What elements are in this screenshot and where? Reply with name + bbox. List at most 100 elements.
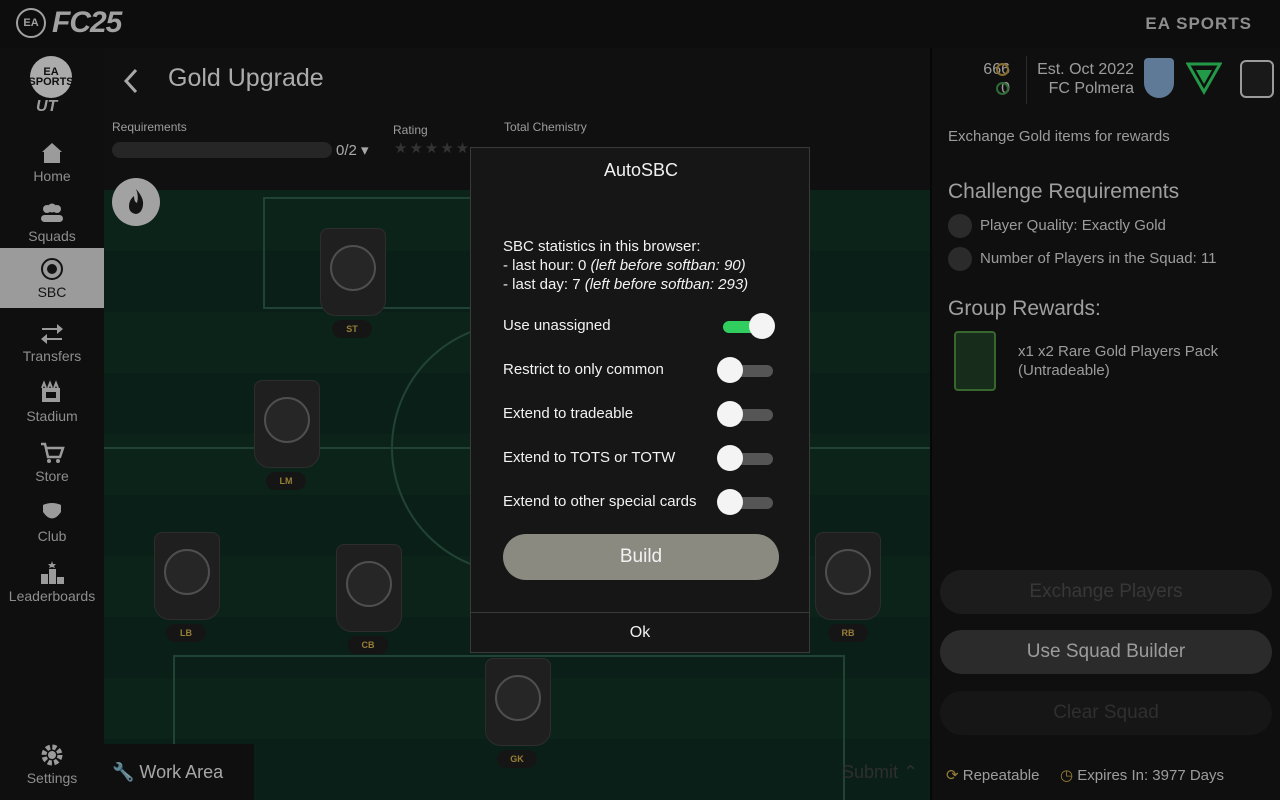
extend-special-cards-toggle[interactable] xyxy=(717,489,775,515)
coin-icon xyxy=(996,63,1009,76)
chemistry-label: Total Chemistry xyxy=(504,120,587,134)
submit-button[interactable]: Submit ⌃ xyxy=(842,762,918,783)
home-icon xyxy=(42,143,62,163)
ok-button[interactable]: Ok xyxy=(471,612,809,653)
right-panel xyxy=(930,48,1280,800)
sidebar-item-leaderboards[interactable]: Leaderboards xyxy=(0,552,104,612)
position-badge: CB xyxy=(348,636,388,654)
sidebar: EA SPORTS UT Home Squads SBC Transfers S… xyxy=(0,48,104,800)
sidebar-item-store[interactable]: Store xyxy=(0,432,104,492)
option-label: Extend to TOTS or TOTW xyxy=(503,449,676,466)
autosbc-dialog: AutoSBC SBC statistics in this browser: … xyxy=(470,147,810,653)
pack-icon xyxy=(954,331,996,391)
dialog-title: AutoSBC xyxy=(603,160,679,180)
use-unassigned-toggle[interactable] xyxy=(717,313,775,339)
club-established: Est. Oct 2022 xyxy=(1037,61,1134,78)
player-slot-lb[interactable] xyxy=(154,532,220,620)
option-label: Extend to tradeable xyxy=(503,405,634,422)
sidebar-item-label: Stadium xyxy=(26,408,78,424)
position-badge: LB xyxy=(166,624,206,642)
option-label: Extend to other special cards xyxy=(503,493,697,510)
profile-badge-icon[interactable] xyxy=(1240,60,1274,98)
stats-heading: SBC statistics in this browser: xyxy=(503,238,701,255)
sidebar-item-transfers[interactable]: Transfers xyxy=(0,312,104,372)
player-slot-cb[interactable] xyxy=(336,544,402,632)
sidebar-item-settings[interactable]: Settings xyxy=(0,734,104,794)
club-name: FC Polmera xyxy=(1048,80,1134,97)
ea-logo: EA xyxy=(16,8,46,38)
sidebar-item-label: Home xyxy=(33,168,71,184)
gear-icon xyxy=(41,744,63,766)
exchange-players-button[interactable]: Exchange Players xyxy=(940,570,1272,614)
position-badge: RB xyxy=(828,624,868,642)
use-squad-builder-button[interactable]: Use Squad Builder xyxy=(940,630,1272,674)
requirement-item: Number of Players in the Squad: 11 xyxy=(980,250,1217,267)
top-bar: EA FC25 EA SPORTS xyxy=(0,0,1280,48)
back-arrow-icon[interactable] xyxy=(118,66,144,96)
squads-icon xyxy=(41,203,63,222)
stats-last-hour: - last hour: 0 (left before softban: 90) xyxy=(503,257,746,274)
club-crest-icon xyxy=(1144,58,1174,98)
restrict-common-toggle[interactable] xyxy=(717,357,775,383)
build-button[interactable]: Build xyxy=(503,534,779,580)
sbc-description: Exchange Gold items for rewards xyxy=(948,128,1170,145)
sidebar-item-label: SBC xyxy=(37,284,67,300)
timer-icon: ◷ xyxy=(1060,767,1074,784)
extend-tradeable-toggle[interactable] xyxy=(717,401,775,427)
sidebar-item-home[interactable]: Home xyxy=(0,132,104,192)
transfers-icon xyxy=(41,324,63,344)
stats-last-day: - last day: 7 (left before softban: 293) xyxy=(503,276,749,293)
rating-stars: ★★★★★ xyxy=(394,140,472,157)
requirement-status-icon xyxy=(948,214,972,238)
expires-indicator: ◷ Expires In: 3977 Days xyxy=(1060,767,1225,784)
player-slot-lm[interactable] xyxy=(254,380,320,468)
sidebar-item-club[interactable]: Club xyxy=(0,492,104,552)
sidebar-item-label: Settings xyxy=(26,770,78,786)
player-slot-rb[interactable] xyxy=(815,532,881,620)
challenge-requirements-heading: Challenge Requirements xyxy=(948,180,1180,203)
points-icon xyxy=(996,82,1009,95)
player-slot-st[interactable] xyxy=(320,228,386,316)
sidebar-item-label: Club xyxy=(37,528,67,544)
sidebar-item-stadium[interactable]: Stadium xyxy=(0,372,104,432)
sidebar-item-label: Squads xyxy=(28,228,76,244)
requirements-count[interactable]: 0/2 ▾ xyxy=(336,141,369,159)
divider xyxy=(1026,56,1027,104)
repeatable-indicator: ⟳ Repeatable xyxy=(946,767,1040,784)
requirement-item: Player Quality: Exactly Gold xyxy=(980,217,1166,234)
sidebar-item-label: Store xyxy=(35,468,69,484)
division-badge-icon xyxy=(1186,62,1222,96)
ut-logo: UT xyxy=(36,98,58,115)
sidebar-item-squads[interactable]: Squads xyxy=(0,192,104,252)
requirements-progress-bar xyxy=(112,142,332,158)
extend-tots-totw-toggle[interactable] xyxy=(717,445,775,471)
refresh-icon: ⟳ xyxy=(946,767,959,784)
requirement-status-icon xyxy=(948,247,972,271)
rating-label: Rating xyxy=(393,123,428,137)
sidebar-item-label: Leaderboards xyxy=(8,588,96,604)
page-title: Gold Upgrade xyxy=(168,64,324,92)
game-logo: FC25 xyxy=(52,6,122,39)
sbc-statistics: SBC statistics in this browser: - last h… xyxy=(503,237,748,294)
sidebar-item-sbc[interactable]: SBC xyxy=(0,248,104,308)
store-icon xyxy=(41,442,65,463)
position-badge: GK xyxy=(497,750,537,768)
position-badge: ST xyxy=(332,320,372,338)
clear-squad-button[interactable]: Clear Squad xyxy=(940,691,1272,735)
option-label: Restrict to only common xyxy=(503,361,664,378)
reward-item: x1 x2 Rare Gold Players Pack (Untradeabl… xyxy=(1018,343,1219,379)
option-label: Use unassigned xyxy=(503,317,611,334)
ea-sports-badge: EA SPORTS xyxy=(28,56,74,98)
club-icon xyxy=(43,503,61,519)
sidebar-item-label: Transfers xyxy=(22,348,82,364)
leaderboards-icon xyxy=(41,561,64,584)
fire-icon[interactable] xyxy=(112,178,160,226)
ea-sports-logo: EA SPORTS xyxy=(1145,14,1252,33)
work-area-button[interactable]: 🔧 Work Area xyxy=(112,762,223,783)
club-info: Est. Oct 2022 FC Polmera xyxy=(1030,60,1134,98)
requirements-label: Requirements xyxy=(112,120,187,134)
player-slot-gk[interactable] xyxy=(485,658,551,746)
stadium-icon xyxy=(41,380,60,402)
position-badge: LM xyxy=(266,472,306,490)
sbc-icon xyxy=(41,258,63,280)
